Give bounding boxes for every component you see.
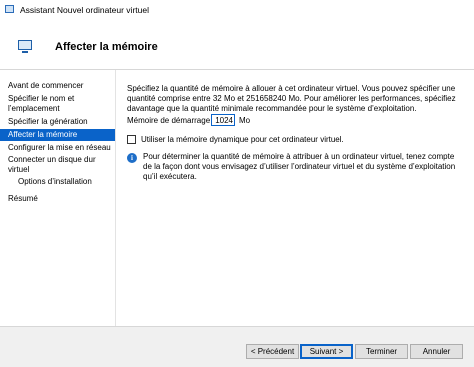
step-generation[interactable]: Spécifier la génération (0, 116, 115, 128)
wizard-steps-sidebar: Avant de commencer Spécifier le nom et l… (0, 70, 115, 326)
info-text: Pour déterminer la quantité de mémoire à… (143, 152, 456, 181)
info-icon: i (127, 153, 137, 163)
step-nom-emplacement[interactable]: Spécifier le nom et l’emplacement (0, 93, 100, 115)
memory-icon (18, 40, 32, 53)
sidebar-divider (115, 70, 116, 326)
window-title: Assistant Nouvel ordinateur virtuel (20, 5, 149, 15)
vm-wizard-icon (5, 5, 14, 13)
intro-text: Spécifiez la quantité de mémoire à allou… (127, 84, 456, 113)
cancel-button[interactable]: Annuler (410, 344, 463, 359)
previous-button[interactable]: < Précédent (246, 344, 299, 359)
step-resume[interactable]: Résumé (0, 193, 115, 205)
next-button[interactable]: Suivant > (300, 344, 353, 359)
info-note: i Pour déterminer la quantité de mémoire… (127, 152, 462, 182)
step-disque-dur[interactable]: Connecter un disque dur virtuel (0, 154, 100, 176)
step-mise-en-reseau[interactable]: Configurer la mise en réseau (0, 142, 115, 154)
steps-list: Avant de commencer Spécifier le nom et l… (0, 80, 115, 205)
wizard-header: Affecter la mémoire (0, 20, 474, 68)
main-content: Spécifiez la quantité de mémoire à allou… (127, 84, 462, 181)
page-title: Affecter la mémoire (55, 41, 158, 53)
finish-button[interactable]: Terminer (355, 344, 408, 359)
title-bar: Assistant Nouvel ordinateur virtuel (0, 0, 474, 20)
memory-unit-label: Mo (239, 116, 251, 125)
wizard-footer: < Précédent Suivant > Terminer Annuler (0, 327, 474, 367)
step-options-installation[interactable]: Options d’installation (0, 176, 115, 188)
startup-memory-input[interactable] (211, 114, 235, 126)
dynamic-memory-checkbox[interactable] (127, 135, 136, 144)
step-affecter-memoire[interactable]: Affecter la mémoire (0, 129, 115, 141)
startup-memory-label: Mémoire de démarrage : (127, 116, 215, 125)
step-avant-de-commencer[interactable]: Avant de commencer (0, 80, 115, 92)
dynamic-memory-label[interactable]: Utiliser la mémoire dynamique pour cet o… (141, 135, 344, 144)
